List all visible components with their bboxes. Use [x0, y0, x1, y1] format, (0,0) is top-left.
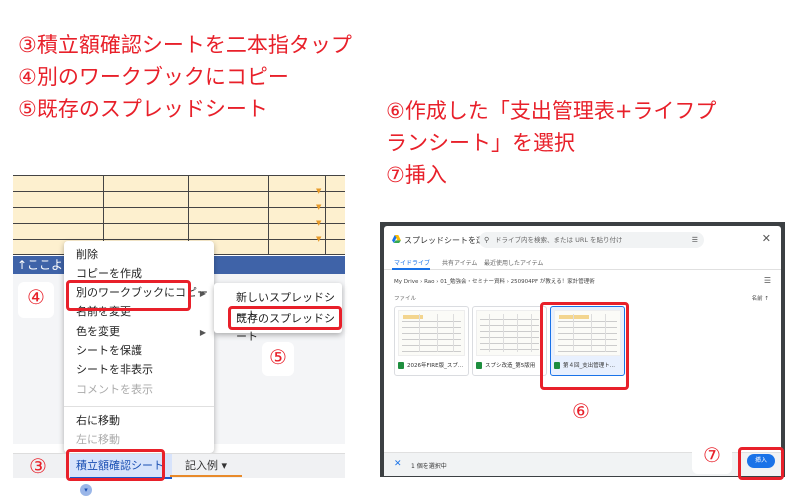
submenu-arrow-icon: ▶: [199, 328, 206, 337]
drive-logo-icon: [392, 235, 401, 243]
menu-item-move-right[interactable]: 右に移動: [76, 412, 120, 430]
breadcrumb[interactable]: My Drive › Rao › 01_勉強会・セミナー資料 › 250904P…: [394, 277, 595, 285]
menu-item-protect-sheet[interactable]: シートを保護: [76, 342, 142, 360]
callout-number-4: ④: [18, 282, 54, 318]
menu-item-change-color[interactable]: 色を変更: [76, 323, 120, 341]
instruction-step5: ⑤既存のスプレッドシート: [18, 97, 268, 121]
instruction-step7: ⑦挿入: [386, 163, 447, 187]
submenu-arrow-icon: ▶: [199, 289, 206, 298]
instruction-step6-line2: ランシート」を選択: [386, 131, 575, 155]
instruction-step4: ④別のワークブックにコピー: [18, 65, 289, 89]
file-card[interactable]: 2026年FIRE版_スプ...: [394, 306, 469, 376]
callout-number-3: ③: [29, 454, 47, 478]
tab-recent[interactable]: 最近使用したアイテム: [484, 258, 543, 267]
picker-tabs: マイドライブ 共有アイテム 最近使用したアイテム: [384, 254, 781, 270]
cell-dropdown-icon[interactable]: ▼: [316, 203, 321, 211]
file-name: スプシ改造_第5版用: [476, 361, 544, 369]
search-placeholder: ドライブ内を検索、または URL を貼り付け: [495, 236, 623, 244]
callout-number-6: ⑥: [566, 398, 596, 426]
tab-label: 記入例: [185, 459, 218, 472]
section-label: ファイル: [394, 296, 417, 302]
selection-count: 1 個を選択中: [411, 463, 447, 470]
callout-number-7: ⑦: [692, 441, 732, 474]
callout-number-5: ⑤: [262, 342, 294, 376]
search-input[interactable]: ⚲ ドライブ内を検索、または URL を貼り付け ☰: [479, 232, 704, 248]
instruction-step6-line1: ⑥作成した「支出管理表+ライフプ: [386, 99, 717, 123]
submenu-item-new-spreadsheet[interactable]: 新しいスプレッドシート: [236, 289, 342, 322]
highlight-insert-button: [738, 447, 784, 480]
menu-item-delete[interactable]: 削除: [76, 246, 98, 264]
file-thumbnail: [476, 310, 543, 356]
close-icon[interactable]: ✕: [762, 232, 771, 245]
tab-active-indicator: [392, 268, 430, 270]
tab-my-drive[interactable]: マイドライブ: [394, 258, 430, 267]
cell-dropdown-icon[interactable]: ▼: [316, 235, 321, 243]
menu-item-view-comments: コメントを表示: [76, 383, 153, 396]
tab-color-indicator: [170, 475, 242, 477]
file-thumbnail: [398, 310, 465, 356]
menu-divider: [64, 406, 214, 407]
tab-shared[interactable]: 共有アイテム: [442, 258, 477, 267]
highlight-existing-spreadsheet: [228, 306, 342, 330]
sort-toggle[interactable]: 名前 ↑: [752, 294, 769, 302]
chevron-down-icon[interactable]: ▾: [222, 459, 228, 472]
cell-dropdown-icon[interactable]: ▼: [316, 219, 321, 227]
sheet-context-menu: 削除 コピーを作成 別のワークブックにコピー ▶ 名前を変更 色を変更 ▶ シー…: [64, 241, 214, 453]
sheets-file-icon: [398, 362, 404, 369]
menu-item-move-left: 左に移動: [76, 433, 120, 446]
file-card[interactable]: スプシ改造_第5版用: [472, 306, 547, 376]
highlight-sheet-tab: [66, 449, 165, 481]
file-name: 2026年FIRE版_スプ...: [398, 361, 466, 369]
clear-selection-icon[interactable]: ✕: [394, 459, 402, 469]
highlight-selected-file: [540, 302, 629, 390]
list-view-icon[interactable]: ☰: [764, 276, 771, 285]
menu-item-hide-sheet[interactable]: シートを非表示: [76, 361, 153, 379]
cell-dropdown-icon[interactable]: ▼: [316, 187, 321, 195]
instruction-step3: ③積立額確認シートを二本指タップ: [18, 33, 352, 57]
chevron-down-icon[interactable]: ▾: [80, 484, 92, 496]
filter-icon[interactable]: ☰: [692, 232, 698, 248]
search-icon: ⚲: [484, 236, 490, 244]
sheets-file-icon: [476, 362, 482, 369]
highlight-copy-to-workbook: [66, 280, 191, 311]
